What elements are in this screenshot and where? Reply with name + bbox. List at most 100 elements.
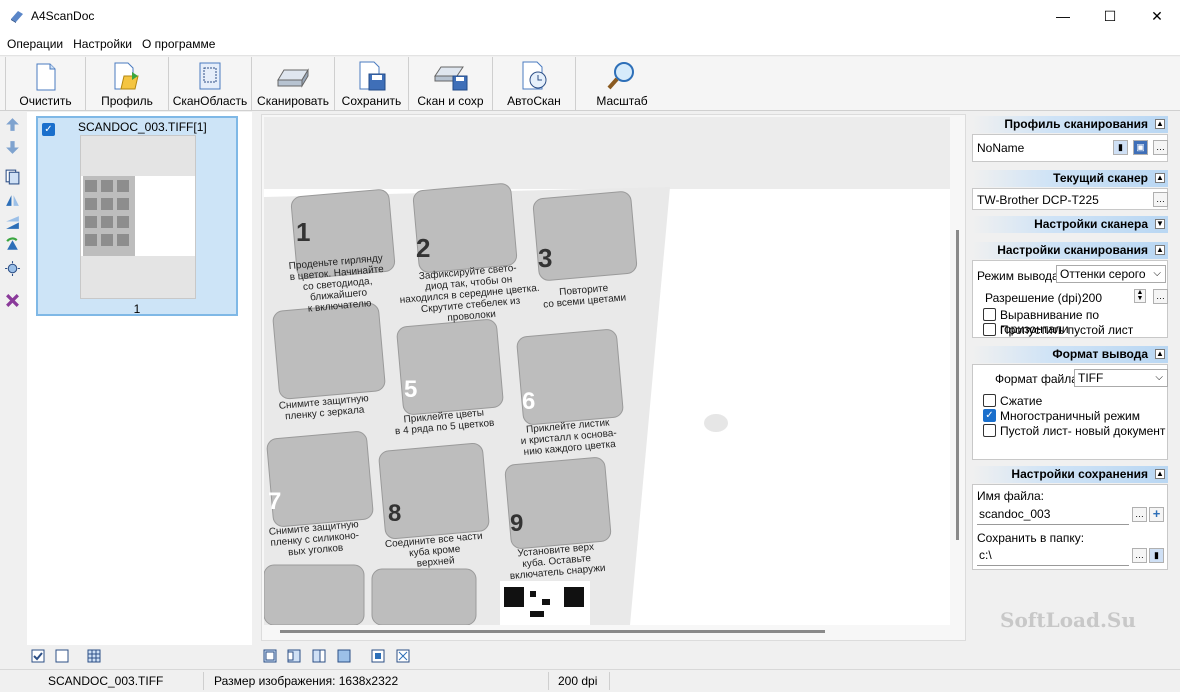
folder-more-button[interactable]: … <box>1132 548 1147 563</box>
save-label: Сохранить <box>341 94 402 108</box>
multipage-label: Многостраничный режим <box>1000 409 1140 423</box>
left-toolbar <box>0 112 26 645</box>
close-icon: ✕ <box>1151 7 1163 24</box>
move-down-icon[interactable] <box>4 139 21 156</box>
move-up-icon[interactable] <box>4 116 21 133</box>
deskew-checkbox[interactable] <box>983 308 996 321</box>
svg-text:1: 1 <box>296 217 310 247</box>
resolution-more-button[interactable]: … <box>1153 289 1168 304</box>
status-separator <box>548 672 549 690</box>
compression-checkbox[interactable] <box>983 394 996 407</box>
collapse-icon[interactable]: ▲ <box>1155 119 1165 129</box>
select-scanner-button[interactable]: … <box>1153 192 1168 207</box>
scan-area-button[interactable]: СканОбласть <box>169 57 252 111</box>
scanner-settings-header[interactable]: Настройки сканера ▼ <box>972 216 1168 233</box>
delete-icon[interactable] <box>4 292 21 309</box>
fit-width-icon[interactable] <box>287 649 301 663</box>
open-profile-icon[interactable]: ▮ <box>1113 140 1128 155</box>
copy-page-icon[interactable] <box>4 168 21 185</box>
autoscan-label: АвтоСкан <box>507 94 561 108</box>
svg-text:8: 8 <box>388 500 401 527</box>
chevron-down-icon: ⌵ <box>1153 268 1161 279</box>
profile-button[interactable]: Профиль <box>86 57 169 111</box>
scan-and-save-button[interactable]: Скан и сохр <box>409 57 493 111</box>
grid-view-icon[interactable] <box>87 649 101 663</box>
page-thumbnail[interactable]: ✓ SCANDOC_003.TIFF[1] 1 <box>36 116 238 316</box>
clear-label: Очистить <box>19 94 72 108</box>
thumbnail-filename: SCANDOC_003.TIFF[1] <box>78 120 207 134</box>
output-format-header[interactable]: Формат вывода ▲ <box>972 346 1168 363</box>
menu-settings[interactable]: Настройки <box>68 37 137 51</box>
output-mode-select[interactable]: Оттенки серого ⌵ <box>1056 265 1166 283</box>
expand-icon[interactable]: ▼ <box>1155 219 1165 229</box>
collapse-icon[interactable]: ▲ <box>1155 469 1165 479</box>
zoom-button[interactable]: Масштаб <box>576 57 668 111</box>
image-viewer[interactable]: 1 2 3 5 6 7 8 9 Проденьте гирляндув цвет… <box>261 114 966 641</box>
close-button[interactable]: ✕ <box>1134 0 1180 32</box>
folder-input[interactable]: c:\ <box>977 546 1129 566</box>
save-profile-icon[interactable]: ▣ <box>1133 140 1148 155</box>
fit-page-icon[interactable] <box>263 649 277 663</box>
save-settings-body: Имя файла: scandoc_003 … + Сохранить в п… <box>972 484 1168 570</box>
actual-size-icon[interactable] <box>337 649 351 663</box>
check-all-icon[interactable] <box>31 649 45 663</box>
scanner-settings-title: Настройки сканера <box>1034 217 1148 231</box>
scan-save-icon <box>433 66 467 91</box>
resolution-stepper[interactable]: ▲ ▼ <box>1134 289 1146 303</box>
filename-input[interactable]: scandoc_003 <box>977 505 1129 525</box>
rotate-icon[interactable] <box>4 237 21 254</box>
scan-label: Сканировать <box>257 94 329 108</box>
add-filename-icon[interactable]: + <box>1149 507 1164 522</box>
uncheck-all-icon[interactable] <box>55 649 69 663</box>
save-settings-header[interactable]: Настройки сохранения ▲ <box>972 466 1168 483</box>
file-format-value: TIFF <box>1078 371 1104 385</box>
scan-settings-header[interactable]: Настройки сканирования ▲ <box>972 242 1168 259</box>
thumbnail-number: 1 <box>133 302 141 316</box>
brightness-icon[interactable] <box>4 260 21 277</box>
thumbnail-panel: ✓ SCANDOC_003.TIFF[1] 1 <box>27 112 252 645</box>
file-format-select[interactable]: TIFF ⌵ <box>1074 369 1168 387</box>
blank-new-doc-checkbox[interactable] <box>983 424 996 437</box>
menu-operations[interactable]: Операции <box>2 37 68 51</box>
filename-more-button[interactable]: … <box>1132 507 1147 522</box>
collapse-icon[interactable]: ▲ <box>1155 173 1165 183</box>
save-button[interactable]: Сохранить <box>335 57 409 111</box>
flip-horizontal-icon[interactable] <box>4 191 21 208</box>
thumbnail-preview <box>81 136 195 298</box>
autoscan-button[interactable]: АвтоСкан <box>493 57 576 111</box>
thumbnail-image <box>80 135 196 299</box>
profile-more-button[interactable]: … <box>1153 140 1168 155</box>
svg-text:5: 5 <box>404 376 417 403</box>
fit-height-icon[interactable] <box>312 649 326 663</box>
flip-vertical-icon[interactable] <box>4 214 21 231</box>
zoom-out-icon[interactable] <box>396 649 410 663</box>
maximize-icon: ☐ <box>1103 7 1117 24</box>
collapse-icon[interactable]: ▲ <box>1155 349 1165 359</box>
scan-profile-header[interactable]: Профиль сканирования ▲ <box>972 116 1168 133</box>
zoom-in-icon[interactable] <box>371 649 385 663</box>
panel-splitter[interactable] <box>252 112 260 645</box>
horizontal-scrollbar[interactable] <box>280 630 825 633</box>
browse-folder-icon[interactable]: ▮ <box>1149 548 1164 563</box>
clear-button[interactable]: Очистить <box>6 57 86 111</box>
multipage-checkbox[interactable]: ✓ <box>983 409 996 422</box>
menu-about[interactable]: О программе <box>137 37 220 51</box>
current-scanner-header[interactable]: Текущий сканер ▲ <box>972 170 1168 187</box>
status-separator <box>203 672 204 690</box>
thumbnail-checkbox[interactable]: ✓ <box>42 123 55 136</box>
minimize-icon: — <box>1056 8 1070 24</box>
minimize-button[interactable]: — <box>1040 0 1086 32</box>
scan-preview: 1 2 3 5 6 7 8 9 Проденьте гирляндув цвет… <box>264 117 950 625</box>
svg-text:9: 9 <box>510 510 523 537</box>
skip-blank-checkbox[interactable] <box>983 323 996 336</box>
resolution-value[interactable]: 200 <box>1082 291 1102 305</box>
scan-button[interactable]: Сканировать <box>252 57 335 111</box>
vertical-scrollbar[interactable] <box>956 230 959 540</box>
settings-panel: Профиль сканирования ▲ NoName ▮ ▣ … Текущ… <box>968 112 1180 645</box>
app-icon <box>11 11 23 23</box>
skip-blank-label: Пропустить пустой лист <box>1000 323 1134 337</box>
collapse-icon[interactable]: ▲ <box>1155 245 1165 255</box>
maximize-button[interactable]: ☐ <box>1087 0 1133 32</box>
chevron-down-icon: ⌵ <box>1155 372 1163 383</box>
clear-icon <box>36 63 55 91</box>
